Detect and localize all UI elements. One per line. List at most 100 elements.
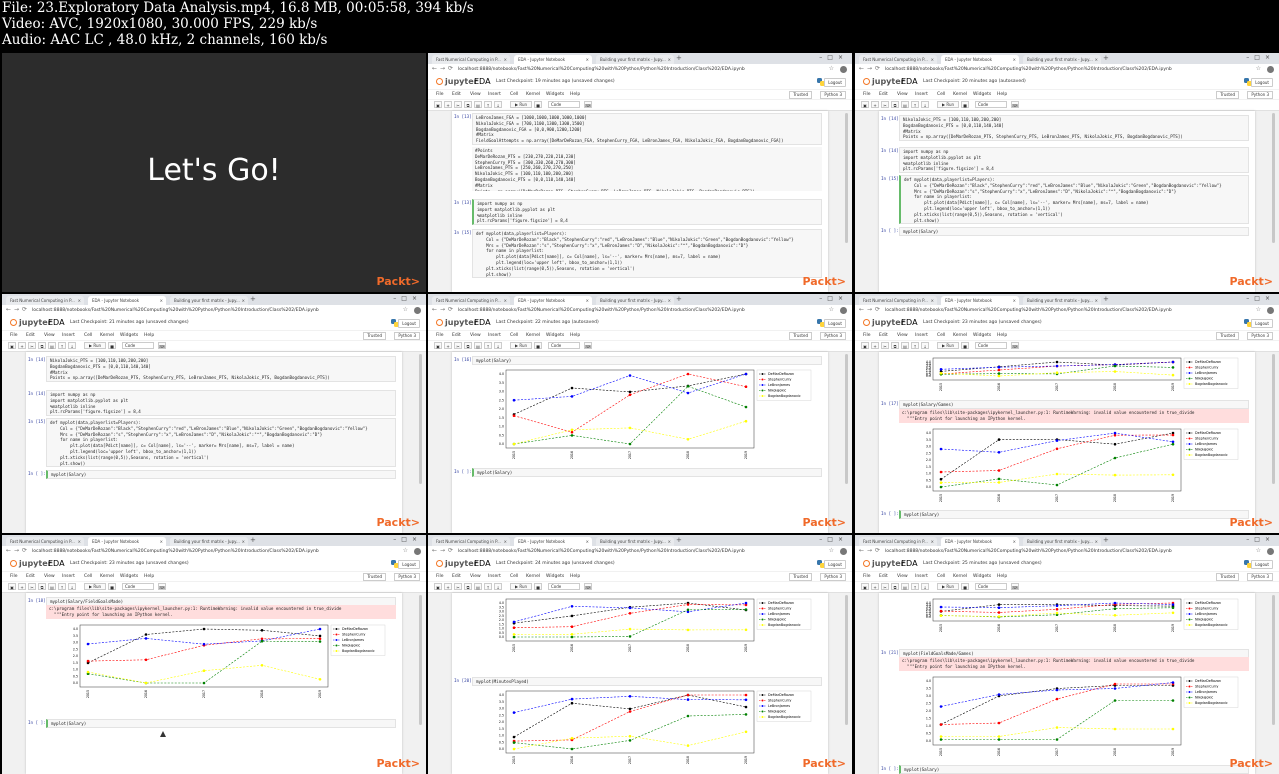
keyboard-icon[interactable]: ⌨ — [584, 583, 592, 590]
menu-item[interactable]: Kernel — [953, 331, 967, 340]
menu-item[interactable]: Cell — [510, 572, 518, 581]
stop-icon[interactable]: ■ — [961, 101, 969, 108]
window-controls-icon[interactable]: –□× — [819, 295, 848, 302]
browser-tab[interactable]: EDA - Jupyter Notebook × — [941, 296, 1019, 305]
menu-item[interactable]: View — [470, 331, 481, 340]
menu-item[interactable]: Widgets — [973, 90, 991, 99]
cell-type-select[interactable]: Code — [975, 101, 1007, 108]
new-tab-icon[interactable]: + — [1103, 54, 1109, 63]
kernel-indicator[interactable]: Python 3 — [820, 332, 846, 340]
notebook-name[interactable]: EDA — [474, 318, 491, 327]
menu-item[interactable]: Edit — [452, 572, 461, 581]
menu-item[interactable]: Edit — [26, 331, 35, 340]
jupyter-logo[interactable]: jupyter — [436, 559, 478, 568]
menu-item[interactable]: Help — [570, 90, 580, 99]
nav-arrows-icon[interactable]: ←→⟳ — [432, 65, 456, 72]
menu-item[interactable]: Widgets — [120, 331, 138, 340]
star-icon[interactable]: ☆ — [1256, 306, 1261, 313]
add-cell-icon[interactable]: + — [18, 342, 26, 349]
save-icon[interactable]: ▣ — [434, 101, 442, 108]
stop-icon[interactable]: ■ — [534, 342, 542, 349]
browser-tab[interactable]: Fast Numerical Computing in P... × — [859, 296, 937, 305]
stop-icon[interactable]: ■ — [108, 342, 116, 349]
menu-item[interactable]: Kernel — [526, 90, 540, 99]
move-down-icon[interactable]: ↓ — [921, 583, 929, 590]
url-input[interactable]: localhost:8888/notebooks/Fast%20Numerica… — [32, 548, 396, 555]
save-icon[interactable]: ▣ — [8, 583, 16, 590]
close-icon[interactable]: × — [1095, 537, 1098, 546]
trusted-badge[interactable]: Trusted — [363, 332, 386, 340]
url-input[interactable]: localhost:8888/notebooks/Fast%20Numerica… — [885, 66, 1249, 73]
browser-tab[interactable]: EDA - Jupyter Notebook × — [941, 55, 1019, 64]
star-icon[interactable]: ☆ — [403, 547, 408, 554]
run-button[interactable]: ▶ Run — [84, 583, 106, 590]
browser-tab[interactable]: Fast Numerical Computing in P... × — [432, 537, 510, 546]
code-cell[interactable]: LeBronJames_FGA = [1000,1000,1000,1000,1… — [472, 113, 822, 145]
browser-tab[interactable]: Building your first matrix - Jupy... × — [596, 537, 674, 546]
move-down-icon[interactable]: ↓ — [921, 101, 929, 108]
notebook-name[interactable]: EDA — [901, 318, 918, 327]
close-icon[interactable]: × — [586, 537, 589, 546]
scrollbar[interactable] — [1272, 595, 1275, 725]
browser-tab[interactable]: EDA - Jupyter Notebook × — [88, 537, 166, 546]
notebook-name[interactable]: EDA — [901, 559, 918, 568]
run-button[interactable]: ▶ Run — [510, 101, 532, 108]
new-tab-icon[interactable]: + — [250, 295, 256, 304]
nav-arrows-icon[interactable]: ←→⟳ — [859, 65, 883, 72]
trusted-badge[interactable]: Trusted — [1216, 332, 1239, 340]
close-icon[interactable]: × — [504, 296, 507, 305]
menu-item[interactable]: File — [436, 572, 444, 581]
window-controls-icon[interactable]: –□× — [1246, 295, 1275, 302]
jupyter-logo[interactable]: jupyter — [863, 77, 905, 86]
menu-item[interactable]: View — [470, 90, 481, 99]
menu-item[interactable]: Insert — [488, 90, 501, 99]
nav-arrows-icon[interactable]: ←→⟳ — [6, 306, 30, 313]
paste-icon[interactable]: ▤ — [901, 101, 909, 108]
browser-tab[interactable]: Fast Numerical Computing in P... × — [859, 55, 937, 64]
menu-item[interactable]: Widgets — [546, 331, 564, 340]
code-cell[interactable]: myplot(Salary) — [899, 765, 1249, 774]
menu-item[interactable]: Cell — [84, 572, 92, 581]
menu-item[interactable]: Cell — [937, 331, 945, 340]
menu-item[interactable]: Help — [570, 331, 580, 340]
menu-item[interactable]: Cell — [937, 572, 945, 581]
kernel-indicator[interactable]: Python 3 — [394, 573, 420, 581]
run-button[interactable]: ▶ Run — [937, 342, 959, 349]
close-icon[interactable]: × — [78, 296, 81, 305]
add-cell-icon[interactable]: + — [871, 101, 879, 108]
code-cell[interactable]: myplot(Salary) — [899, 227, 1249, 236]
code-cell[interactable]: import numpy as np import matplotlib.pyp… — [899, 147, 1249, 174]
jupyter-logo[interactable]: jupyter — [10, 559, 52, 568]
code-cell[interactable]: myplot(Salary/Games) — [899, 400, 1249, 409]
url-input[interactable]: localhost:8888/notebooks/Fast%20Numerica… — [885, 548, 1249, 555]
window-controls-icon[interactable]: –□× — [1246, 54, 1275, 61]
menu-item[interactable]: Widgets — [973, 331, 991, 340]
new-tab-icon[interactable]: + — [676, 295, 682, 304]
nav-arrows-icon[interactable]: ←→⟳ — [432, 306, 456, 313]
cut-icon[interactable]: ✂ — [28, 342, 36, 349]
scrollbar[interactable] — [419, 595, 422, 725]
code-cell[interactable]: myplot(MinutesPlayed) — [472, 677, 822, 686]
move-up-icon[interactable]: ↑ — [911, 342, 919, 349]
code-cell[interactable]: import numpy as np import matplotlib.pyp… — [46, 390, 396, 417]
window-controls-icon[interactable]: –□× — [1246, 536, 1275, 543]
move-up-icon[interactable]: ↑ — [911, 583, 919, 590]
move-up-icon[interactable]: ↑ — [911, 101, 919, 108]
avatar[interactable] — [840, 307, 847, 314]
close-icon[interactable]: × — [586, 296, 589, 305]
notebook-name[interactable]: EDA — [48, 559, 65, 568]
menu-item[interactable]: Help — [997, 572, 1007, 581]
add-cell-icon[interactable]: + — [871, 342, 879, 349]
save-icon[interactable]: ▣ — [861, 342, 869, 349]
save-icon[interactable]: ▣ — [8, 342, 16, 349]
code-cell[interactable]: NikolaJokic_PTS = [100,110,100,200,200] … — [899, 115, 1249, 142]
move-up-icon[interactable]: ↑ — [58, 342, 66, 349]
new-tab-icon[interactable]: + — [250, 536, 256, 545]
jupyter-logo[interactable]: jupyter — [10, 318, 52, 327]
avatar[interactable] — [1267, 307, 1274, 314]
avatar[interactable] — [414, 548, 421, 555]
keyboard-icon[interactable]: ⌨ — [1011, 342, 1019, 349]
kernel-indicator[interactable]: Python 3 — [1247, 573, 1273, 581]
keyboard-icon[interactable]: ⌨ — [158, 583, 166, 590]
add-cell-icon[interactable]: + — [444, 342, 452, 349]
